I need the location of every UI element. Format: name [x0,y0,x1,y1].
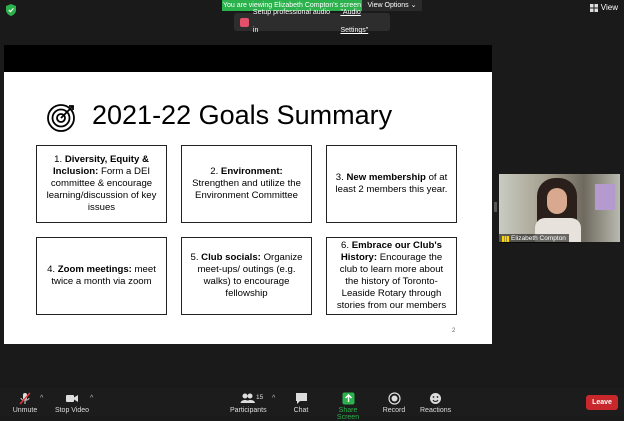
signal-strength-icon [502,235,509,242]
chat-button[interactable]: Chat [290,392,312,414]
audio-settings-link[interactable]: "Audio Settings" [340,4,390,40]
participant-name-tag: Elizabeth Compton [499,234,569,243]
goal-box-3: 3. New membership of at least 2 members … [326,145,457,223]
reactions-button[interactable]: Reactions [420,392,452,414]
panel-resize-handle[interactable] [494,202,497,212]
goal-box-1: 1. Diversity, Equity & Inclusion: Form a… [36,145,167,223]
goal-box-6: 6. Embrace our Club's History: Encourage… [326,237,457,315]
record-label: Record [382,407,406,414]
chevron-down-icon: ⌄ [410,2,417,9]
grid-view-icon [589,3,598,12]
video-options-chevron-icon[interactable]: ^ [90,395,93,402]
participants-count: 15 [256,394,264,401]
chat-bubble-icon [295,393,307,404]
audio-toast-text: Setup professional audio in [252,9,330,34]
security-shield-icon[interactable] [6,4,16,16]
audio-options-chevron-icon[interactable]: ^ [40,395,43,402]
participants-chevron-icon[interactable]: ^ [272,395,275,402]
slide-page-number: 2 [452,328,456,334]
video-camera-icon [66,395,78,402]
share-screen-label: Share Screen [336,407,360,421]
reactions-emoji-icon [429,393,441,404]
record-button[interactable]: Record [382,392,406,414]
chat-label: Chat [293,407,309,414]
goal-box-5: 5. Club socials: Organize meet-ups/ outi… [181,237,312,315]
microphone-muted-icon [19,392,31,405]
audio-settings-toast: Setup professional audio in "Audio Setti… [234,9,390,34]
unmute-label: Unmute [12,407,38,414]
meeting-toolbar [0,388,624,416]
stop-video-button[interactable]: Stop Video [54,392,90,414]
target-icon [47,104,75,132]
reactions-label: Reactions [420,407,452,414]
stop-video-label: Stop Video [54,407,90,414]
participant-video[interactable] [499,174,620,242]
view-label: View [600,3,618,12]
participant-name: Elizabeth Compton [511,235,566,242]
goal-box-2: 2. Environment: Strengthen and utilize t… [181,145,312,223]
unmute-button[interactable]: Unmute [10,392,40,414]
share-screen-button[interactable]: Share Screen [328,392,368,421]
leave-button[interactable]: Leave [586,395,618,410]
share-screen-icon [342,392,354,405]
goal-box-4: 4. Zoom meetings: meet twice a month via… [36,237,167,315]
participants-icon [240,393,255,403]
slide-title: 2021-22 Goals Summary [92,100,393,130]
audio-app-icon [240,17,249,27]
view-button[interactable]: View [589,3,618,12]
record-icon [387,392,401,405]
participants-label: Participants [230,407,267,414]
